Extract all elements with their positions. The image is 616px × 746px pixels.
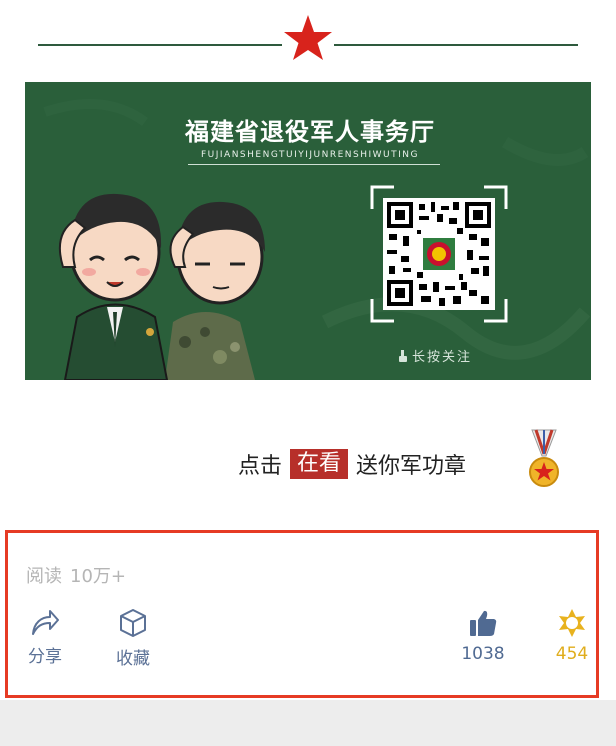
long-press-label: 长按关注: [412, 350, 473, 365]
cta-highlight: 在看: [290, 449, 349, 479]
wow-count: 454: [555, 644, 589, 664]
favorite-button[interactable]: 收藏: [112, 608, 154, 669]
share-button[interactable]: 分享: [24, 608, 66, 667]
finger-tap-icon: [399, 350, 407, 362]
saluting-soldiers-illustration: [59, 193, 265, 380]
share-icon: [32, 610, 59, 635]
banner-subtitle: FUJIANSHENGTUIYIJUNRENSHIWUTING: [200, 150, 420, 160]
read-value: 10万+: [70, 566, 126, 587]
wow-button[interactable]: 454: [548, 608, 596, 664]
qr-code[interactable]: [383, 198, 495, 310]
wow-cta-line: 点击 在看 送你军功章: [238, 448, 466, 480]
cta-suffix: 送你军功章: [356, 454, 467, 479]
cta-prefix: 点击: [238, 454, 283, 479]
like-button[interactable]: 1038: [455, 608, 511, 664]
favorite-icon: [120, 609, 146, 637]
read-count: 阅读 10万+: [26, 562, 126, 588]
subtitle-rule: [188, 164, 440, 165]
share-label: 分享: [28, 647, 62, 667]
banner-image: 福建省退役军人事务厅 FUJIANSHENGTUIYIJUNRENSHIWUTI…: [25, 82, 591, 380]
medal-icon: [529, 429, 559, 487]
like-icon: [470, 610, 497, 636]
left-divider-line: [38, 44, 282, 46]
star-icon: [284, 15, 332, 60]
long-press-hint: 长按关注: [398, 346, 472, 365]
like-count: 1038: [461, 644, 505, 664]
top-decoration: [0, 0, 616, 70]
banner-title: 福建省退役军人事务厅: [185, 118, 435, 146]
footer-bottom-bar: [0, 700, 616, 746]
wow-icon: [559, 609, 585, 637]
favorite-label: 收藏: [116, 649, 150, 669]
right-divider-line: [334, 44, 578, 46]
read-label: 阅读: [26, 566, 62, 587]
